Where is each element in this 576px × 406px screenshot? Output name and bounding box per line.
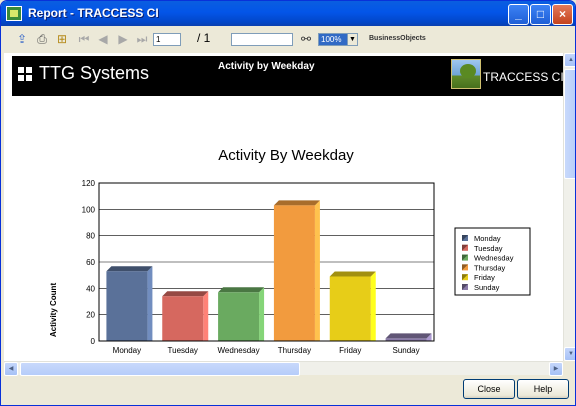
bar-top: [106, 266, 153, 272]
legend-label: Friday: [474, 273, 495, 282]
bar-top: [218, 287, 265, 293]
bar-top: [329, 271, 376, 277]
bar-top: [162, 291, 209, 297]
y-tick-label: 0: [91, 337, 96, 346]
title-bar[interactable]: Report - TRACCESS CI _ □ ×: [1, 1, 575, 26]
bar-monday: [106, 266, 153, 341]
help-button[interactable]: Help: [517, 379, 569, 399]
chart-legend: MondayTuesdayWednesdayThursdayFridaySund…: [454, 227, 531, 296]
x-tick-label: Wednesday: [218, 346, 260, 355]
page-number-input[interactable]: 1: [153, 33, 181, 46]
chart-title: Activity By Weekday: [218, 147, 354, 164]
bar-side: [259, 287, 265, 341]
x-tick-label: Friday: [339, 346, 361, 355]
minimize-button[interactable]: _: [508, 4, 529, 25]
prev-page-icon[interactable]: ◀: [95, 32, 111, 47]
y-tick-label: 100: [82, 205, 96, 214]
legend-label: Thursday: [474, 263, 506, 272]
bar-friday: [329, 271, 376, 341]
x-tick-label: Sunday: [393, 346, 420, 355]
print-icon[interactable]: ⎙: [34, 32, 50, 47]
brand-logo: BusinessObjects: [369, 35, 426, 42]
close-window-button[interactable]: ×: [552, 4, 573, 25]
bar-face: [106, 271, 148, 341]
bar-side: [203, 291, 209, 341]
last-page-icon[interactable]: ⏭: [134, 32, 150, 47]
bar-side: [314, 200, 320, 341]
scroll-corner: [563, 361, 575, 375]
close-button[interactable]: Close: [463, 379, 515, 399]
bar-thursday: [273, 200, 320, 341]
vertical-scrollbar[interactable]: ▲ ▼: [563, 53, 575, 361]
legend-label: Monday: [474, 234, 501, 243]
horizontal-scroll-thumb[interactable]: [20, 362, 300, 376]
scroll-left-icon[interactable]: ◀: [4, 362, 18, 376]
scroll-down-icon[interactable]: ▼: [564, 347, 575, 361]
y-tick-label: 120: [82, 179, 96, 188]
x-tick-label: Monday: [113, 346, 141, 355]
chevron-down-icon[interactable]: ▼: [347, 34, 357, 45]
first-page-icon[interactable]: ⏮: [76, 32, 92, 47]
legend-label: Wednesday: [474, 254, 514, 263]
bar-wednesday: [218, 287, 265, 341]
report-toolbar: ⇪ ⎙ ⊞ ⏮ ◀ ▶ ⏭ 1 / 1 ⚯ 100% ▼ BusinessObj…: [9, 29, 569, 51]
y-axis-label: Activity Count: [49, 283, 58, 338]
zoom-select[interactable]: 100% ▼: [318, 33, 358, 46]
bar-side: [370, 271, 376, 341]
legend-label: Sunday: [474, 283, 500, 292]
next-page-icon[interactable]: ▶: [115, 32, 131, 47]
vertical-scroll-thumb[interactable]: [564, 69, 575, 179]
bar-sunday: [385, 333, 432, 341]
legend-label: Tuesday: [474, 244, 503, 253]
app-icon: [6, 6, 22, 21]
maximize-button[interactable]: □: [530, 4, 551, 25]
horizontal-scrollbar[interactable]: ◀ ▶: [4, 361, 563, 376]
scroll-up-icon[interactable]: ▲: [564, 53, 575, 67]
bar-face: [329, 276, 371, 341]
page-total: / 1: [197, 31, 211, 45]
bar-face: [273, 205, 315, 341]
bar-top: [385, 333, 432, 339]
bar-chart: Activity By Weekday Activity Count 0 20 40…: [49, 147, 531, 355]
scroll-right-icon[interactable]: ▶: [549, 362, 563, 376]
x-tick-label: Tuesday: [168, 346, 198, 355]
export-icon[interactable]: ⇪: [14, 32, 30, 47]
bar-face: [162, 296, 204, 341]
bar-face: [218, 292, 260, 341]
bar-side: [147, 266, 153, 341]
tree-icon[interactable]: ⊞: [54, 32, 70, 47]
binoculars-icon[interactable]: ⚯: [298, 32, 314, 47]
bar-top: [273, 200, 320, 206]
y-tick-label: 20: [86, 311, 95, 320]
report-window: Report - TRACCESS CI _ □ × ⇪ ⎙ ⊞ ⏮ ◀ ▶ ⏭…: [0, 0, 576, 406]
y-tick-label: 60: [86, 258, 95, 267]
report-viewer: TTG Systems Activity by Weekday TRACCESS…: [4, 53, 563, 361]
window-title: Report - TRACCESS CI: [28, 6, 159, 20]
y-tick-label: 80: [86, 232, 95, 241]
search-input[interactable]: [231, 33, 293, 46]
zoom-value: 100%: [319, 34, 348, 45]
y-tick-label: 40: [86, 284, 95, 293]
bar-tuesday: [162, 291, 209, 341]
x-tick-label: Thursday: [278, 346, 311, 355]
